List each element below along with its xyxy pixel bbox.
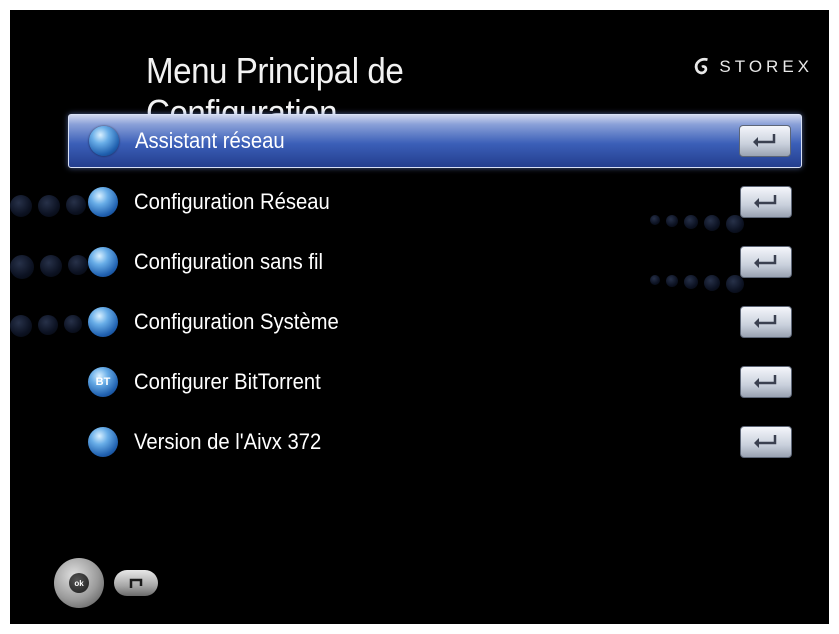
menu-item-label: Configuration sans fil <box>134 249 324 274</box>
brand-logo: STOREX <box>691 56 813 78</box>
enter-button[interactable] <box>740 246 792 278</box>
enter-icon <box>754 195 777 208</box>
menu-item-network-wizard[interactable]: Assistant réseau <box>68 114 802 168</box>
menu-item-label: Configurer BitTorrent <box>134 369 321 394</box>
menu-item-version[interactable]: Version de l'Aivx 372 <box>68 416 802 468</box>
menu-item-wireless-config[interactable]: Configuration sans fil <box>68 236 802 288</box>
menu-item-label: Configuration Réseau <box>134 189 330 214</box>
tv-screen: Menu Principal de Configuration STOREX A… <box>10 10 829 624</box>
enter-button[interactable] <box>740 306 792 338</box>
bittorrent-icon: BT <box>88 367 118 397</box>
storex-logo-icon <box>695 57 709 75</box>
enter-icon <box>754 315 777 328</box>
enter-icon <box>754 375 777 388</box>
return-icon <box>129 578 143 588</box>
settings-menu: Assistant réseau Configuration Réseau Co… <box>68 114 802 476</box>
remote-hint-bar: ok <box>54 558 158 608</box>
menu-item-system-config[interactable]: Configuration Système <box>68 296 802 348</box>
enter-button[interactable] <box>739 125 791 157</box>
enter-icon <box>754 255 777 268</box>
enter-button[interactable] <box>740 366 792 398</box>
menu-item-bittorrent[interactable]: BT Configurer BitTorrent <box>68 356 802 408</box>
back-button[interactable] <box>114 570 158 596</box>
enter-button[interactable] <box>740 426 792 458</box>
menu-item-label: Configuration Système <box>134 309 339 334</box>
dpad-icon: ok <box>54 558 104 608</box>
bittorrent-badge: BT <box>95 376 111 388</box>
system-config-icon <box>88 307 118 337</box>
ok-button-icon: ok <box>69 573 89 593</box>
menu-item-network-config[interactable]: Configuration Réseau <box>68 176 802 228</box>
enter-button[interactable] <box>740 186 792 218</box>
brand-name: STOREX <box>719 57 813 76</box>
network-wizard-icon <box>89 126 119 156</box>
wireless-config-icon <box>88 247 118 277</box>
menu-item-label: Version de l'Aivx 372 <box>134 429 322 454</box>
enter-icon <box>754 435 777 448</box>
network-config-icon <box>88 187 118 217</box>
enter-icon <box>753 134 776 147</box>
version-info-icon <box>88 427 118 457</box>
menu-item-label: Assistant réseau <box>135 128 285 153</box>
